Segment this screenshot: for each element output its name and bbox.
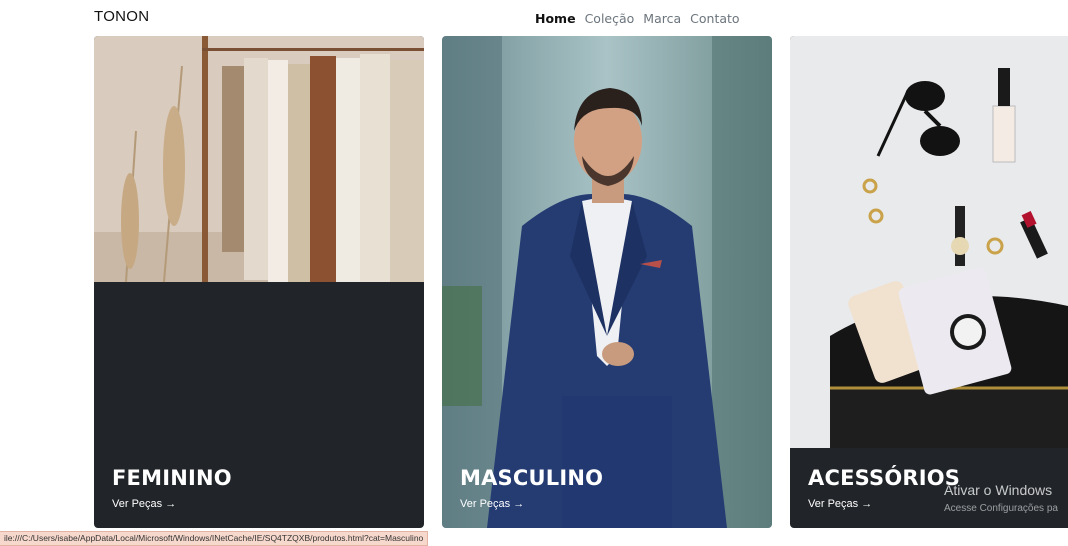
accessories-image: [790, 36, 1068, 528]
windows-activation-title: Ativar o Windows: [944, 482, 1053, 498]
brand-logo[interactable]: TONON: [94, 8, 149, 25]
clothing-rack-image: [94, 36, 424, 528]
windows-activation-subtitle: Acesse Configurações pa: [944, 503, 1058, 514]
nav-colecao[interactable]: Coleção: [585, 11, 635, 26]
main-nav: Home Coleção Marca Contato: [535, 11, 740, 26]
nav-home[interactable]: Home: [535, 11, 576, 26]
ver-pecas-link[interactable]: Ver Peças →: [112, 498, 176, 510]
ver-pecas-link[interactable]: Ver Peças →: [460, 498, 524, 510]
nav-marca[interactable]: Marca: [643, 11, 681, 26]
nav-contato[interactable]: Contato: [690, 11, 739, 26]
card-title: FEMININO: [112, 466, 232, 490]
card-title: ACESSÓRIOS: [808, 466, 961, 490]
man-in-suit-image: [442, 36, 772, 528]
category-card-masculino[interactable]: MASCULINO Ver Peças →: [442, 36, 772, 528]
ver-pecas-link[interactable]: Ver Peças →: [808, 498, 872, 510]
card-title: MASCULINO: [460, 466, 604, 490]
category-card-feminino[interactable]: FEMININO Ver Peças →: [94, 36, 424, 528]
category-card-acessorios[interactable]: ACESSÓRIOS Ver Peças →: [790, 36, 1068, 528]
